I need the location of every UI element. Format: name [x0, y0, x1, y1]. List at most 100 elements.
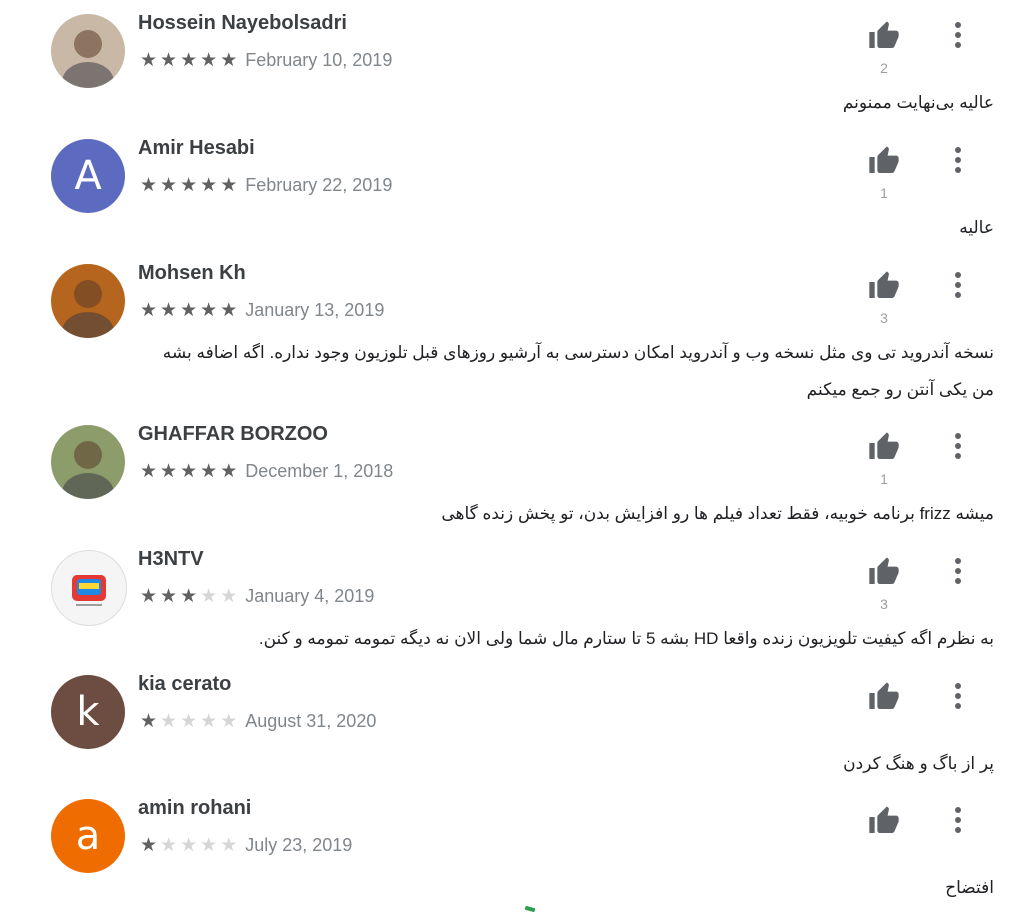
- star-icon: ★: [220, 50, 238, 71]
- avatar[interactable]: A: [51, 139, 125, 213]
- reviewer-name: GHAFFAR BORZOO: [138, 423, 328, 445]
- star-icon: ★: [140, 461, 158, 482]
- avatar[interactable]: k: [51, 675, 125, 749]
- star-icon: ★: [160, 50, 178, 71]
- review-date: December 1, 2018: [245, 461, 394, 481]
- menu-dot: [955, 683, 961, 689]
- avatar-letter: a: [75, 813, 101, 859]
- menu-dot: [955, 453, 961, 459]
- menu-dot: [955, 568, 961, 574]
- menu-dot: [955, 42, 961, 48]
- avatar[interactable]: [51, 264, 125, 338]
- menu-dot: [955, 282, 961, 288]
- more-vert-icon[interactable]: [944, 18, 972, 52]
- more-vert-icon[interactable]: [944, 679, 972, 713]
- star-icon: ★: [160, 300, 178, 321]
- reviewer-name: Amir Hesabi: [138, 137, 255, 159]
- loading-indicator: [524, 905, 536, 913]
- star-icon: ★: [180, 300, 198, 321]
- helpful-count: 3: [880, 310, 888, 326]
- star-rating: ★ ★ ★ ★ ★ February 22, 2019: [140, 175, 392, 196]
- star-icon: ★: [220, 461, 238, 482]
- thumb-up-icon[interactable]: [866, 431, 902, 463]
- menu-dot: [955, 167, 961, 173]
- star-icon: ★: [160, 461, 178, 482]
- helpful-count: 1: [880, 185, 888, 201]
- star-icon: ★: [220, 175, 238, 196]
- menu-dot: [955, 157, 961, 163]
- star-icon: ★: [200, 711, 218, 732]
- menu-dot: [955, 147, 961, 153]
- star-icon: ★: [140, 835, 158, 856]
- star-icon: ★: [180, 711, 198, 732]
- avatar[interactable]: [51, 425, 125, 499]
- menu-dot: [955, 693, 961, 699]
- menu-dot: [955, 578, 961, 584]
- review-text: نسخه آندروید تی وی مثل نسخه وب و آندروید…: [162, 343, 994, 399]
- star-icon: ★: [180, 835, 198, 856]
- review-date: February 10, 2019: [245, 50, 393, 70]
- star-icon: ★: [140, 711, 158, 732]
- avatar[interactable]: a: [51, 799, 125, 873]
- review-date: July 23, 2019: [245, 835, 353, 855]
- thumb-up-icon[interactable]: [866, 556, 902, 588]
- helpful-count: 3: [880, 596, 888, 612]
- thumb-up-icon[interactable]: [866, 145, 902, 177]
- reviewer-name: kia cerato: [138, 673, 232, 695]
- menu-dot: [955, 32, 961, 38]
- menu-dot: [955, 558, 961, 564]
- star-icon: ★: [140, 50, 158, 71]
- profile-photo-icon: [62, 280, 114, 338]
- star-icon: ★: [140, 175, 158, 196]
- star-icon: ★: [180, 586, 198, 607]
- reviewer-name: amin rohani: [138, 797, 252, 819]
- star-icon: ★: [160, 586, 178, 607]
- review-date: January 13, 2019: [245, 300, 385, 320]
- menu-dot: [955, 22, 961, 28]
- star-rating: ★ ★ ★ ★ ★ August 31, 2020: [140, 711, 376, 732]
- profile-photo-icon: [62, 441, 114, 499]
- star-icon: ★: [200, 300, 218, 321]
- star-icon: ★: [180, 175, 198, 196]
- star-rating: ★ ★ ★ ★ ★ July 23, 2019: [140, 835, 352, 856]
- profile-photo-icon: [62, 30, 114, 88]
- helpful-count: 1: [880, 471, 888, 487]
- star-icon: ★: [200, 835, 218, 856]
- star-icon: ★: [180, 50, 198, 71]
- star-icon: ★: [200, 586, 218, 607]
- menu-dot: [955, 433, 961, 439]
- thumb-up-icon[interactable]: [866, 805, 902, 837]
- thumb-up-icon[interactable]: [866, 681, 902, 713]
- tv-logo-icon: [72, 575, 106, 606]
- star-icon: ★: [180, 461, 198, 482]
- review-text: عالیه بی‌نهایت ممنونم: [842, 93, 994, 112]
- more-vert-icon[interactable]: [944, 268, 972, 302]
- thumb-up-icon[interactable]: [866, 270, 902, 302]
- menu-dot: [955, 703, 961, 709]
- more-vert-icon[interactable]: [944, 803, 972, 837]
- reviewer-name: Mohsen Kh: [138, 262, 246, 284]
- menu-dot: [955, 807, 961, 813]
- star-rating: ★ ★ ★ ★ ★ February 10, 2019: [140, 50, 392, 71]
- star-icon: ★: [220, 300, 238, 321]
- avatar[interactable]: [51, 550, 127, 626]
- thumb-up-icon[interactable]: [866, 20, 902, 52]
- star-icon: ★: [160, 711, 178, 732]
- reviewer-name: Hossein Nayebolsadri: [138, 12, 347, 34]
- review-text: میشه frizz برنامه خوبیه، فقط تعداد فیلم …: [441, 504, 994, 523]
- review-text: افتضاح: [945, 878, 994, 897]
- review-text: به نظرم اگه کیفیت تلویزیون زنده واقعا HD…: [258, 629, 994, 648]
- more-vert-icon[interactable]: [944, 554, 972, 588]
- star-icon: ★: [140, 300, 158, 321]
- more-vert-icon[interactable]: [944, 143, 972, 177]
- star-icon: ★: [220, 711, 238, 732]
- helpful-count: 2: [880, 60, 888, 76]
- review-text: پر از باگ و هنگ کردن: [843, 754, 994, 773]
- avatar-letter: A: [74, 153, 102, 199]
- star-rating: ★ ★ ★ ★ ★ December 1, 2018: [140, 461, 393, 482]
- review-date: February 22, 2019: [245, 175, 393, 195]
- star-icon: ★: [220, 835, 238, 856]
- more-vert-icon[interactable]: [944, 429, 972, 463]
- star-icon: ★: [200, 175, 218, 196]
- avatar[interactable]: [51, 14, 125, 88]
